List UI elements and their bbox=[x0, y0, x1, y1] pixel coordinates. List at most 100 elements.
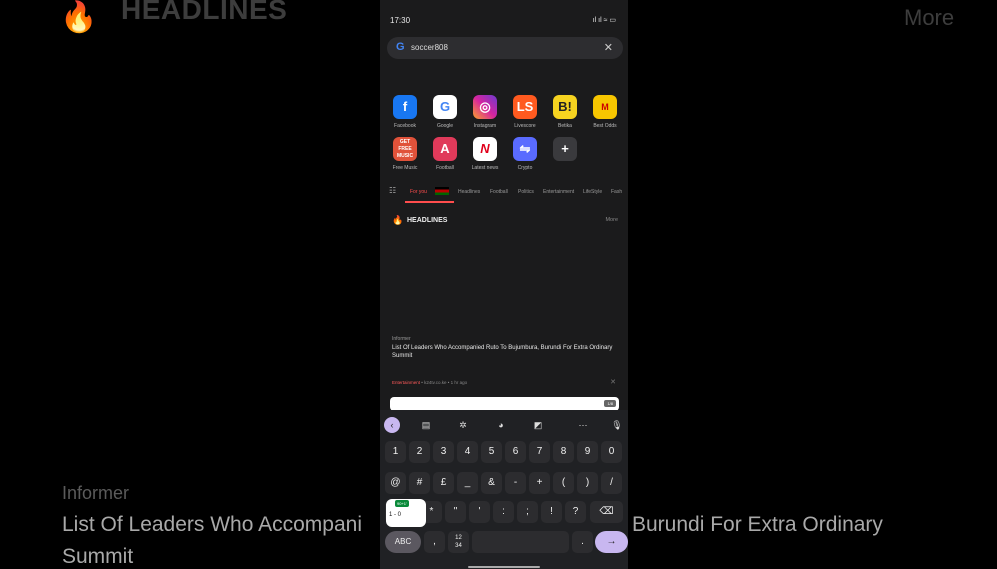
chevron-left-icon[interactable]: ‹ bbox=[384, 417, 400, 433]
tab-for-you[interactable]: For you bbox=[410, 189, 427, 195]
speed-dial-item-free-music[interactable]: GET FREE MUSIC Free Music bbox=[386, 137, 424, 171]
key-6[interactable]: 6 bbox=[505, 441, 526, 463]
speed-dial-item-football[interactable]: A Football bbox=[426, 137, 464, 171]
clear-icon[interactable]: ✕ bbox=[604, 41, 613, 54]
clipboard-icon[interactable]: ▤ bbox=[418, 417, 434, 433]
background-right bbox=[628, 0, 997, 569]
mozzartbet-icon: M bbox=[593, 95, 617, 119]
key-underscore[interactable]: _ bbox=[457, 472, 478, 494]
speed-dial-item-crypto[interactable]: ⇋ Crypto bbox=[506, 137, 544, 171]
live-time-badge: 90+1' bbox=[395, 500, 409, 507]
keyboard-toolbar: ‹ ▤ ✲ ◕ ◩ ⋯ 🎙 bbox=[380, 413, 628, 435]
latest-news-icon: N bbox=[473, 137, 497, 161]
settings-sliders-icon[interactable]: ☷ bbox=[389, 186, 396, 195]
news-tabs: ☷ For you Headlines Football Politics En… bbox=[380, 184, 628, 204]
background-informer: Informer bbox=[62, 483, 130, 503]
active-tab-underline bbox=[405, 201, 454, 203]
key-7[interactable]: 7 bbox=[529, 441, 550, 463]
space-key[interactable] bbox=[472, 531, 569, 553]
microphone-icon[interactable]: 🎙 bbox=[609, 417, 625, 433]
free-music-icon: GET FREE MUSIC bbox=[393, 137, 417, 161]
speed-dial-item-latest-news[interactable]: N Latest news bbox=[466, 137, 504, 171]
betika-icon: B! bbox=[553, 95, 577, 119]
article-item[interactable]: Informer List Of Leaders Who Accompanied… bbox=[392, 336, 617, 360]
speed-dial-item-facebook[interactable]: f Facebook bbox=[386, 95, 424, 129]
key-4[interactable]: 4 bbox=[457, 441, 478, 463]
key-hash[interactable]: # bbox=[409, 472, 430, 494]
keyboard-row-symbols: @ # £ _ & - + ( ) / bbox=[380, 472, 628, 496]
key-at[interactable]: @ bbox=[385, 472, 406, 494]
key-plus[interactable]: + bbox=[529, 472, 550, 494]
livescore-icon: LS bbox=[513, 95, 537, 119]
tab-football[interactable]: Football bbox=[490, 189, 508, 195]
key-period[interactable]: . bbox=[572, 531, 593, 553]
background-title-line2: Summit bbox=[62, 545, 134, 568]
key-close-paren[interactable]: ) bbox=[577, 472, 598, 494]
gear-icon[interactable]: ✲ bbox=[455, 417, 471, 433]
abc-key[interactable]: ABC bbox=[385, 531, 421, 553]
tab-entertainment[interactable]: Entertainment bbox=[543, 189, 574, 195]
speed-dial-item-google[interactable]: G Google bbox=[426, 95, 464, 129]
more-icon[interactable]: ⋯ bbox=[575, 417, 591, 433]
key-1[interactable]: 1 bbox=[385, 441, 406, 463]
palette-icon[interactable]: ◕ bbox=[493, 417, 509, 433]
key-minus[interactable]: - bbox=[505, 472, 526, 494]
search-bar[interactable]: G soccer808 ✕ bbox=[387, 37, 623, 59]
article-card[interactable]: 1/8 bbox=[390, 397, 619, 411]
numpad-key[interactable]: 12 34 bbox=[448, 531, 469, 553]
live-score-widget[interactable]: 90+1' 1 - 0 bbox=[386, 499, 426, 527]
background-title-right: Burundi For Extra Ordinary bbox=[632, 513, 883, 536]
add-icon: + bbox=[553, 137, 577, 161]
keyboard: ‹ ▤ ✲ ◕ ◩ ⋯ 🎙 1 2 3 4 5 6 7 8 9 0 @ # £ … bbox=[380, 410, 628, 569]
fire-icon: 🔥 bbox=[60, 1, 98, 34]
speed-dial-item-betika[interactable]: B! Betika bbox=[546, 95, 584, 129]
key-pound[interactable]: £ bbox=[433, 472, 454, 494]
speed-dial-item-livescore[interactable]: LS Livescore bbox=[506, 95, 544, 129]
home-indicator[interactable] bbox=[468, 566, 540, 568]
kenya-flag-icon bbox=[435, 187, 449, 195]
key-open-paren[interactable]: ( bbox=[553, 472, 574, 494]
article-source: Informer bbox=[392, 336, 411, 342]
article-title[interactable]: List Of Leaders Who Accompanied Ruto To … bbox=[392, 344, 617, 360]
key-5[interactable]: 5 bbox=[481, 441, 502, 463]
speed-dial-item-instagram[interactable]: ◎ Instagram bbox=[466, 95, 504, 129]
key-semicolon[interactable]: ; bbox=[517, 501, 538, 523]
tab-headlines[interactable]: Headlines bbox=[458, 189, 480, 195]
enter-key[interactable]: → bbox=[595, 531, 628, 553]
more-link[interactable]: More bbox=[605, 217, 618, 223]
key-slash[interactable]: / bbox=[601, 472, 622, 494]
key-comma[interactable]: , bbox=[424, 531, 445, 553]
tab-lifestyle[interactable]: LifeStyle bbox=[583, 189, 602, 195]
background-title-left: List Of Leaders Who Accompani bbox=[62, 513, 362, 536]
facebook-icon: f bbox=[393, 95, 417, 119]
key-colon[interactable]: : bbox=[493, 501, 514, 523]
headlines-section-header: 🔥 HEADLINES More bbox=[380, 212, 628, 230]
phone-screen: 17:30 ıl ıl ≈ ▭ G soccer808 ✕ f Facebook… bbox=[380, 0, 628, 569]
search-input[interactable]: soccer808 bbox=[411, 43, 448, 52]
dismiss-article-icon[interactable]: ✕ bbox=[610, 378, 616, 386]
key-ampersand[interactable]: & bbox=[481, 472, 502, 494]
keyboard-row-bottom: ABC , 12 34 . → bbox=[380, 531, 628, 555]
section-title: HEADLINES bbox=[407, 217, 448, 224]
key-double-quote[interactable]: " bbox=[445, 501, 466, 523]
tab-fashion[interactable]: Fash bbox=[611, 189, 622, 195]
key-0[interactable]: 0 bbox=[601, 441, 622, 463]
article-category: Entertainment bbox=[392, 380, 421, 385]
backspace-icon[interactable]: ⌫ bbox=[590, 501, 623, 523]
key-exclamation[interactable]: ! bbox=[541, 501, 562, 523]
fire-icon: 🔥 bbox=[392, 215, 404, 225]
key-2[interactable]: 2 bbox=[409, 441, 430, 463]
speed-dial-item-best-odds[interactable]: M Best Odds bbox=[586, 95, 624, 129]
key-question[interactable]: ? bbox=[565, 501, 586, 523]
key-3[interactable]: 3 bbox=[433, 441, 454, 463]
keyboard-row-numbers: 1 2 3 4 5 6 7 8 9 0 bbox=[380, 441, 628, 465]
key-8[interactable]: 8 bbox=[553, 441, 574, 463]
key-single-quote[interactable]: ' bbox=[469, 501, 490, 523]
clock: 17:30 bbox=[390, 16, 411, 25]
resize-icon[interactable]: ◩ bbox=[530, 417, 546, 433]
status-bar: 17:30 ıl ıl ≈ ▭ bbox=[380, 12, 628, 32]
football-icon: A bbox=[433, 137, 457, 161]
key-9[interactable]: 9 bbox=[577, 441, 598, 463]
tab-politics[interactable]: Politics bbox=[518, 189, 534, 195]
add-speed-dial-button[interactable]: + bbox=[546, 137, 584, 161]
